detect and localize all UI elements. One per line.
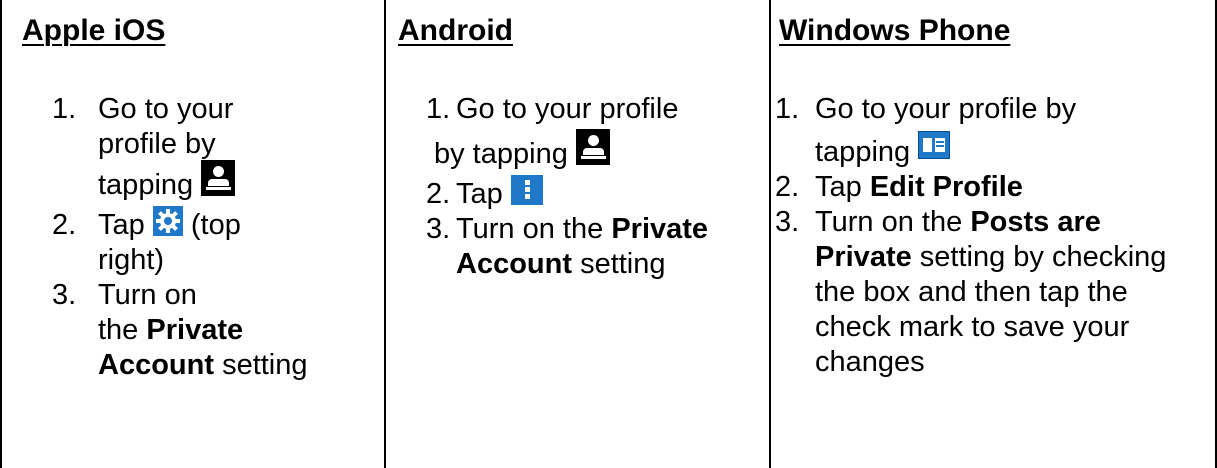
profile-card-icon [918, 131, 951, 160]
step-text: setting [580, 248, 666, 281]
person-icon [201, 160, 236, 197]
step-number: 2. [426, 178, 451, 211]
step-item: 3. Turn on the Private Account setting [52, 278, 372, 383]
step-text: tapping [815, 136, 911, 168]
person-icon [575, 129, 610, 166]
column-header: Windows Phone [779, 14, 1011, 47]
step-bold: Edit Profile [869, 171, 1023, 203]
step-number: 1. [775, 93, 800, 125]
instructions-table: Apple iOS 1. Go to your profile by tappi… [0, 0, 1217, 468]
column-apple-ios: Apple iOS 1. Go to your profile by tappi… [2, 0, 384, 468]
steps-list: 1. Go to your profile by tapping 2. Tap … [775, 92, 1211, 380]
step-text: setting by checking [919, 241, 1167, 273]
step-text: tapping [98, 169, 194, 201]
step-number: 3. [775, 206, 800, 238]
step-item: 1. Go to your profile by tapping [775, 92, 1211, 170]
step-text: profile by [98, 128, 216, 160]
step-text: Tap [815, 171, 862, 203]
step-number: 3. [426, 213, 451, 246]
step-bold: Private [815, 241, 912, 273]
step-text: Turn on the [815, 206, 963, 238]
step-text: the [98, 314, 139, 347]
step-item: 2. Tap [52, 205, 372, 278]
step-text: Tap [98, 209, 145, 242]
step-item: 3. Turn on the Private Account setting [426, 212, 766, 282]
step-bold: Private [611, 213, 709, 246]
column-header: Apple iOS [22, 14, 166, 47]
step-text: Turn on [98, 279, 197, 312]
step-bold: Posts are [970, 206, 1101, 238]
gear-icon [152, 205, 183, 236]
more-vertical-icon [510, 174, 543, 205]
step-item: 1. Go to your profile by tapping [52, 92, 372, 204]
step-number: 2. [52, 209, 77, 242]
step-item: 1. Go to your profile by tapping [426, 92, 766, 173]
column-android: Android 1. Go to your profile by tapping… [386, 0, 769, 468]
step-number: 2. [775, 171, 800, 203]
steps-list: 1. Go to your profile by tapping 2. Tap [52, 92, 372, 383]
step-text: right) [98, 244, 165, 277]
step-item: 2. Tap [426, 174, 766, 212]
step-item: 2. Tap Edit Profile [775, 170, 1211, 205]
step-item: 3. Turn on the Posts are Private setting… [775, 205, 1211, 380]
step-text: Turn on the [456, 213, 604, 246]
step-text: Go to your [98, 93, 234, 125]
step-bold: Account [98, 349, 214, 382]
column-header: Android [398, 14, 513, 47]
step-text: Tap [456, 178, 503, 211]
step-text: check mark to save your [815, 311, 1130, 343]
steps-list: 1. Go to your profile by tapping 2. Tap … [426, 92, 766, 282]
step-number: 1. [52, 93, 77, 125]
step-text: changes [815, 346, 925, 378]
step-text: (top [190, 209, 241, 242]
column-windows-phone: Windows Phone 1. Go to your profile by t… [771, 0, 1215, 468]
step-text: Go to your profile by [815, 93, 1077, 125]
step-bold: Account [456, 248, 572, 281]
step-text: the box and then tap the [815, 276, 1128, 308]
step-number: 3. [52, 279, 77, 312]
step-number: 1. [426, 93, 451, 125]
step-text: Go to your profile [456, 93, 679, 125]
step-text: by tapping [434, 138, 568, 170]
step-bold: Private [146, 314, 244, 347]
step-text: setting [222, 349, 308, 382]
